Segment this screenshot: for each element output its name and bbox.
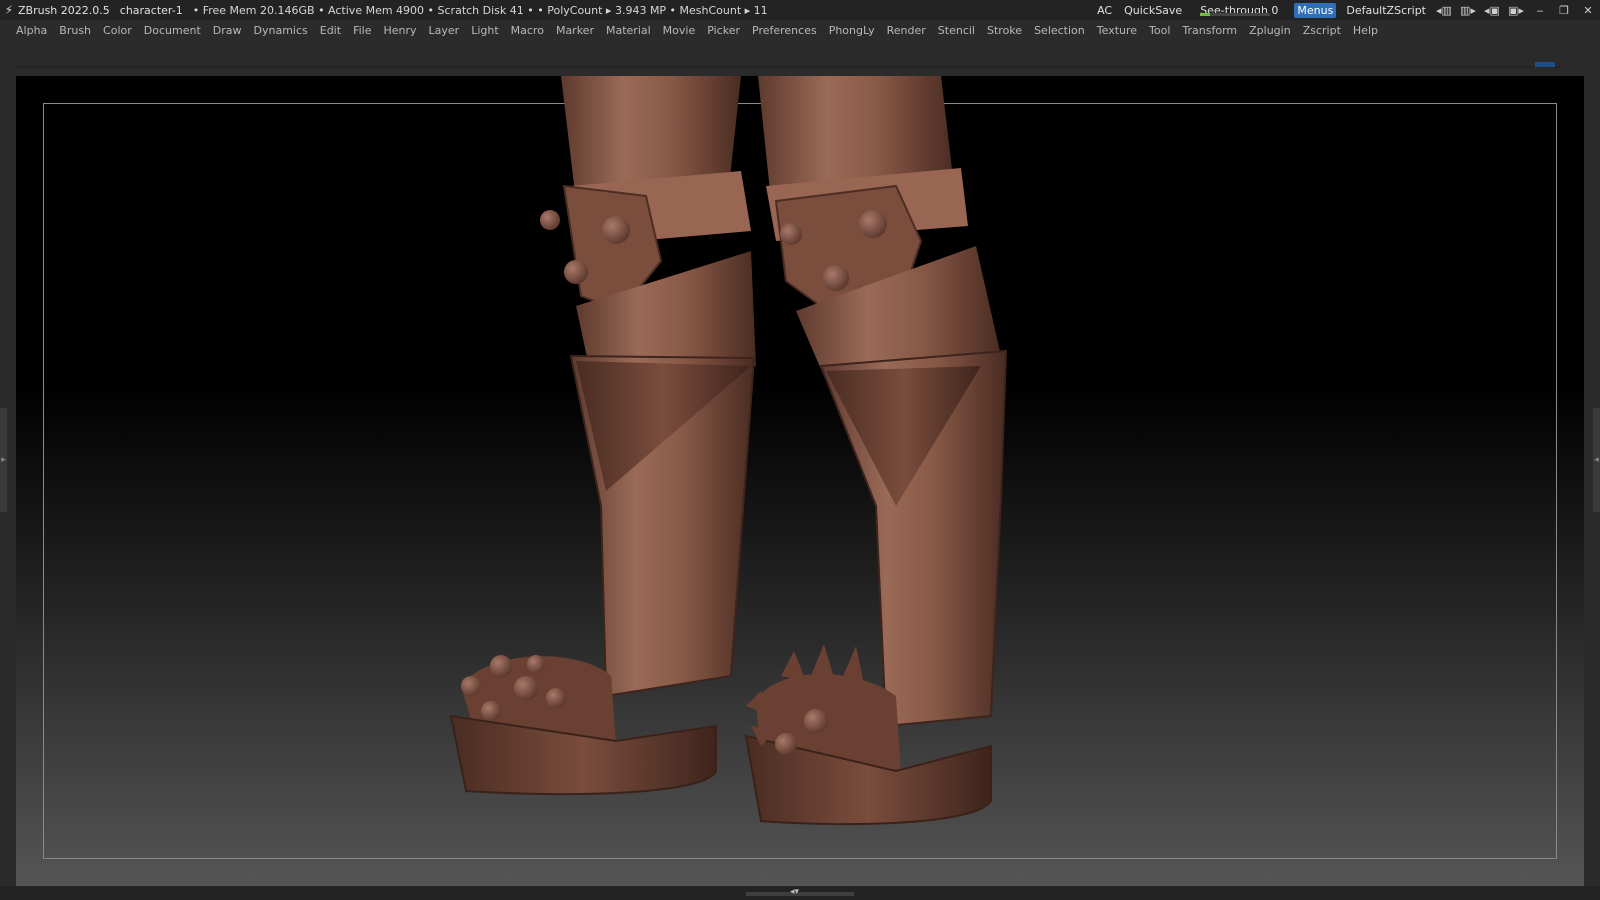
menu-transform[interactable]: Transform	[1182, 24, 1237, 37]
right-knee-stud	[780, 223, 802, 245]
left-knee-stud	[564, 260, 588, 284]
menu-movie[interactable]: Movie	[663, 24, 696, 37]
menu-stroke[interactable]: Stroke	[987, 24, 1022, 37]
menu-stencil[interactable]: Stencil	[938, 24, 975, 37]
right-toe-spike	[811, 644, 834, 678]
menu-document[interactable]: Document	[144, 24, 201, 37]
seethrough-value: 0	[1271, 3, 1279, 17]
document-canvas[interactable]	[16, 76, 1584, 886]
top-shelf	[0, 40, 1600, 72]
bottom-tray-handle[interactable]	[746, 892, 854, 896]
right-leg	[744, 76, 1008, 826]
left-toe-stud	[461, 676, 481, 696]
menu-henry[interactable]: Henry	[383, 24, 416, 37]
right-knee-stud	[823, 265, 849, 291]
main-menu-bar: Alpha Brush Color Document Draw Dynamics Edit F…	[0, 20, 1600, 40]
left-knee-stud	[540, 210, 560, 230]
left-toe-stud	[481, 701, 501, 721]
restore-icon[interactable]: ❐	[1555, 4, 1573, 17]
menu-material[interactable]: Material	[606, 24, 651, 37]
menu-file[interactable]: File	[353, 24, 371, 37]
titlebar-controls: AC QuickSave See-through 0 Menus Default…	[1091, 0, 1600, 20]
menu-light[interactable]: Light	[471, 24, 498, 37]
menu-edit[interactable]: Edit	[320, 24, 341, 37]
app-title: ZBrush 2022.0.5	[18, 3, 110, 17]
document-name: character-1	[119, 3, 183, 17]
menu-preferences[interactable]: Preferences	[752, 24, 817, 37]
menu-draw[interactable]: Draw	[213, 24, 242, 37]
seethrough-fill	[1200, 12, 1211, 16]
menu-brush[interactable]: Brush	[59, 24, 91, 37]
menu-zscript[interactable]: Zscript	[1303, 24, 1341, 37]
menu-texture[interactable]: Texture	[1097, 24, 1137, 37]
chevron-right-icon: ▸	[1, 455, 6, 465]
menu-phongly[interactable]: PhongLy	[829, 24, 875, 37]
left-toe-stud	[546, 688, 566, 708]
right-knee-stud	[859, 210, 887, 238]
title-bar: ⚡ ZBrush 2022.0.5 character-1 • Free Mem…	[0, 0, 1600, 20]
menu-help[interactable]: Help	[1353, 24, 1378, 37]
expand-tray-icon[interactable]: ◂▾	[790, 887, 799, 897]
layout-prev-icon[interactable]: ◂▥	[1435, 4, 1453, 17]
close-icon[interactable]: ✕	[1579, 4, 1597, 17]
menu-layer[interactable]: Layer	[429, 24, 460, 37]
menu-alpha[interactable]: Alpha	[16, 24, 47, 37]
color-scheme-icon[interactable]: ▣▸	[1507, 4, 1525, 17]
menu-tool[interactable]: Tool	[1149, 24, 1170, 37]
menu-selection[interactable]: Selection	[1034, 24, 1085, 37]
shelf-strip	[14, 66, 1560, 68]
right-tray-toggle[interactable]: ◂	[1593, 408, 1600, 512]
bottom-tray: ◂▾	[0, 886, 1600, 900]
right-toe-stud	[775, 733, 797, 755]
zbrush-logo-icon: ⚡	[4, 3, 14, 17]
right-toe-spike	[841, 646, 864, 684]
left-leg	[449, 76, 756, 796]
menu-marker[interactable]: Marker	[556, 24, 594, 37]
menu-render[interactable]: Render	[887, 24, 926, 37]
right-toe-spike	[781, 651, 806, 681]
left-toe-stud	[490, 655, 512, 677]
menu-macro[interactable]: Macro	[511, 24, 544, 37]
right-toe-stud	[804, 709, 828, 733]
memory-stats: • Free Mem 20.146GB • Active Mem 4900 • …	[192, 3, 768, 17]
left-tray-toggle[interactable]: ▸	[0, 408, 7, 512]
left-toe-stud	[527, 655, 545, 673]
active-tab-indicator	[1535, 62, 1555, 67]
quicksave-button[interactable]: QuickSave	[1124, 4, 1182, 17]
chevron-left-icon: ◂	[1594, 455, 1599, 465]
seethrough-track	[1200, 12, 1271, 16]
menu-dynamics[interactable]: Dynamics	[254, 24, 308, 37]
menu-color[interactable]: Color	[103, 24, 132, 37]
default-zscript-button[interactable]: DefaultZScript	[1346, 4, 1426, 17]
menu-picker[interactable]: Picker	[707, 24, 740, 37]
ui-layout-icon[interactable]: ◂▣	[1483, 4, 1501, 17]
seethrough-slider[interactable]: See-through 0	[1196, 4, 1282, 17]
menu-zplugin[interactable]: Zplugin	[1249, 24, 1291, 37]
left-toe-stud	[514, 676, 538, 700]
menus-toggle[interactable]: Menus	[1294, 2, 1337, 18]
left-knee-stud	[602, 216, 630, 244]
minimize-icon[interactable]: ‒	[1531, 4, 1549, 17]
sculpt-model-boots	[449, 76, 1008, 826]
layout-next-icon[interactable]: ▥▸	[1459, 4, 1477, 17]
ac-button[interactable]: AC	[1097, 4, 1112, 17]
